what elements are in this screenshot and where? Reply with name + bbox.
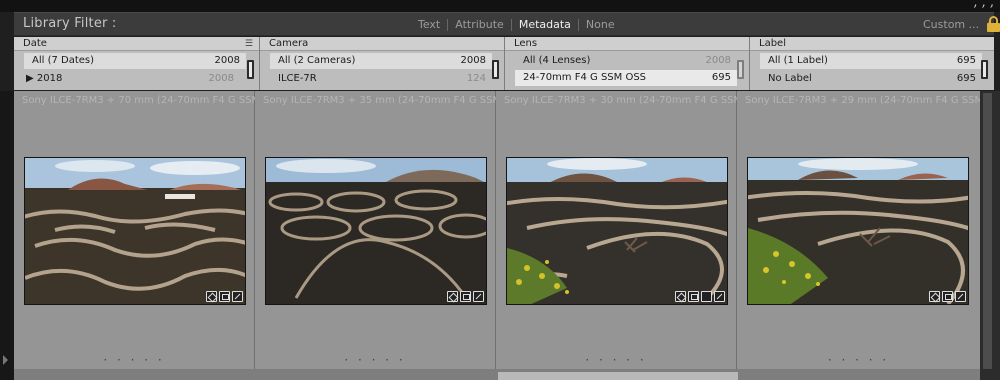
grid-cell-dots: · · · · · [103, 353, 165, 367]
keyword-badge-icon[interactable] [206, 291, 217, 302]
list-item[interactable]: All (4 Lenses) 2008 [515, 53, 737, 69]
grid-cell-caption: Sony ILCE-7RM3 + 35 mm (24-70mm F4 G SSM… [263, 95, 529, 106]
grid-cell-caption: Sony ILCE-7RM3 + 29 mm (24-70mm F4 G SSM… [745, 95, 1000, 106]
photo-thumbnail[interactable] [747, 157, 969, 305]
library-filter-bar: Library Filter : Text Attribute Metadata… [14, 12, 1000, 36]
grid-cell[interactable]: Sony ILCE-7RM3 + 70 mm (24-70mm F4 G SSM… [14, 91, 288, 369]
lightroom-library-window: , , , Library Filter : Text Attribute Me… [0, 0, 1000, 380]
list-item[interactable]: 24-70mm F4 G SSM OSS 695 [515, 70, 737, 86]
left-panel-collapsed [0, 91, 14, 380]
filter-tabs: Text Attribute Metadata None [411, 18, 622, 31]
module-picker-strip: , , , [0, 0, 1000, 12]
column-header[interactable]: Label [750, 37, 994, 51]
filter-tab-metadata[interactable]: Metadata [512, 18, 578, 31]
keyword-badge-icon[interactable] [447, 291, 458, 302]
list-item[interactable]: No Label 695 [760, 71, 982, 87]
grid-cell[interactable]: Sony ILCE-7RM3 + 29 mm (24-70mm F4 G SSM… [737, 91, 1000, 369]
grid-cell-dots: · · · · · [344, 353, 406, 367]
grid-cell[interactable]: Sony ILCE-7RM3 + 35 mm (24-70mm F4 G SSM… [255, 91, 529, 369]
thumbnail-badges [929, 291, 966, 302]
lock-icon[interactable] [987, 16, 1000, 32]
develop-adjust-badge-icon[interactable] [714, 291, 725, 302]
metadata-column-label: Label All (1 Label) 695 No Label 695 [750, 37, 994, 90]
develop-adjust-badge-icon[interactable] [955, 291, 966, 302]
grid-cell-caption: Sony ILCE-7RM3 + 30 mm (24-70mm F4 G SSM… [504, 95, 770, 106]
column-options-icon[interactable]: ☰ [245, 37, 253, 51]
column-header[interactable]: Date ☰ [14, 37, 259, 51]
grid-cell-dots: · · · · · [585, 353, 647, 367]
list-item[interactable]: All (2 Cameras) 2008 [270, 53, 492, 69]
column-scrollbar[interactable] [492, 60, 499, 79]
keyword-badge-icon[interactable] [929, 291, 940, 302]
photo-thumbnail[interactable] [506, 157, 728, 305]
photo-vineyard-walls [266, 158, 486, 304]
photo-thumbnail[interactable] [24, 157, 246, 305]
thumbnail-badges [675, 291, 725, 302]
expand-panel-icon[interactable] [3, 355, 8, 365]
next-row-strip [14, 369, 980, 380]
develop-adjust-badge-icon[interactable] [232, 291, 243, 302]
filter-tab-text[interactable]: Text [411, 18, 447, 31]
list-item[interactable]: All (1 Label) 695 [760, 53, 982, 69]
keyword-badge-icon[interactable] [675, 291, 686, 302]
metadata-column-camera: Camera All (2 Cameras) 2008 ILCE-7R 124 [260, 37, 505, 90]
column-header[interactable]: Camera [260, 37, 504, 51]
crop-badge-icon[interactable] [219, 291, 230, 302]
grid-cell-caption: Sony ILCE-7RM3 + 70 mm (24-70mm F4 G SSM… [22, 95, 288, 106]
filter-preset-label: Custom [923, 18, 966, 31]
grid-scrollbar-thumb[interactable] [983, 93, 992, 369]
thumbnail-badges [206, 291, 243, 302]
metadata-column-lens: Lens All (4 Lenses) 2008 24-70mm F4 G SS… [505, 37, 750, 90]
next-row-selected-cell[interactable] [498, 372, 738, 380]
filter-tab-attribute[interactable]: Attribute [448, 18, 511, 31]
module-picker-text[interactable]: , , , [973, 0, 994, 10]
empty-badge-icon[interactable] [701, 291, 712, 302]
photo-thumbnail[interactable] [265, 157, 487, 305]
crop-badge-icon[interactable] [460, 291, 471, 302]
column-scrollbar[interactable] [981, 60, 988, 79]
photo-vineyard-walls [748, 158, 968, 304]
photo-vineyard-walls [25, 158, 245, 304]
photo-vineyard-walls [507, 158, 727, 304]
list-item[interactable]: ILCE-7R 124 [270, 71, 492, 87]
metadata-column-date: Date ☰ All (7 Dates) 2008 ▶ 2018 2008 [14, 37, 260, 90]
column-scrollbar[interactable] [737, 60, 744, 79]
grid-scrollbar[interactable] [980, 91, 1000, 380]
metadata-filter-browser: Date ☰ All (7 Dates) 2008 ▶ 2018 2008 Ca… [14, 37, 994, 90]
column-scrollbar[interactable] [247, 60, 254, 79]
filter-tab-none[interactable]: None [579, 18, 622, 31]
crop-badge-icon[interactable] [942, 291, 953, 302]
grid-cell[interactable]: Sony ILCE-7RM3 + 30 mm (24-70mm F4 G SSM… [496, 91, 770, 369]
column-header[interactable]: Lens [505, 37, 749, 51]
thumbnail-grid: Sony ILCE-7RM3 + 70 mm (24-70mm F4 G SSM… [14, 91, 1000, 369]
list-item[interactable]: All (7 Dates) 2008 [24, 53, 246, 69]
thumbnail-badges [447, 291, 484, 302]
grid-cell-dots: · · · · · [827, 353, 890, 367]
crop-badge-icon[interactable] [688, 291, 699, 302]
develop-adjust-badge-icon[interactable] [473, 291, 484, 302]
list-item[interactable]: ▶ 2018 2008 [18, 71, 240, 87]
library-filter-title: Library Filter : [23, 16, 117, 31]
